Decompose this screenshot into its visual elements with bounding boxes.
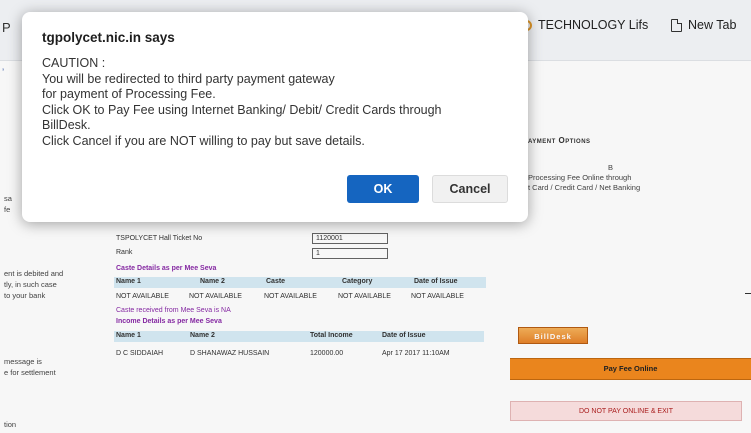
dialog-message: CAUTION : You will be redirected to thir… [42, 56, 512, 149]
dialog-line: for payment of Processing Fee. [42, 87, 216, 101]
dialog-line: CAUTION : [42, 56, 106, 70]
dialog-line: Click Cancel if you are NOT willing to p… [42, 133, 365, 148]
alert-dialog: tgpolycet.nic.in says CAUTION : You will… [22, 12, 528, 222]
dialog-line: Click OK to Pay Fee using Internet Banki… [42, 102, 442, 117]
ok-button[interactable]: OK [347, 175, 419, 203]
dialog-line: BillDesk. [42, 118, 91, 132]
cancel-button[interactable]: Cancel [432, 175, 508, 203]
dialog-title: tgpolycet.nic.in says [42, 30, 175, 45]
dialog-line: You will be redirected to third party pa… [42, 71, 335, 86]
